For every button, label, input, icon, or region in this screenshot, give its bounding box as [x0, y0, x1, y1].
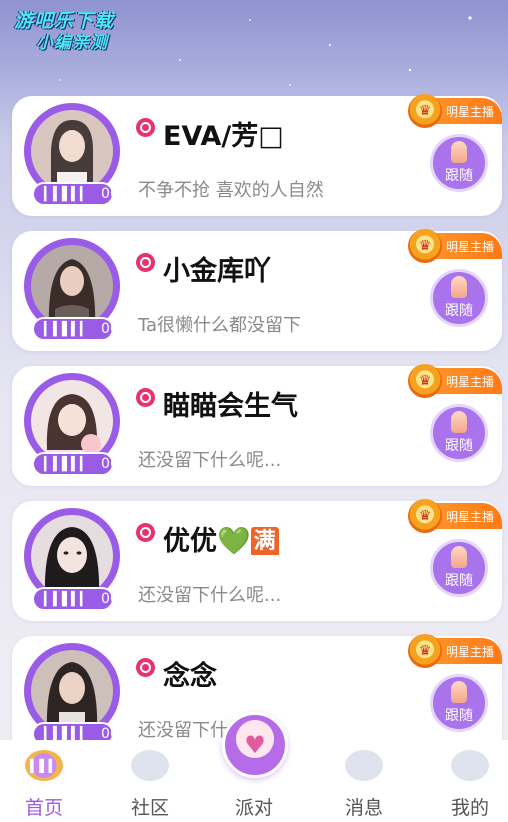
star-host-badge: ♛ 明星主播 [408, 364, 502, 398]
message-hi-icon [345, 750, 383, 781]
crown-icon: ♛ [408, 499, 442, 533]
streamer-card[interactable]: ▎▍▌▍▎ 06 小金库吖 Ta很懒什么都没留下 ♛ 明星主播 跟随 [12, 229, 502, 351]
footprint-icon [451, 411, 467, 433]
voice-intro-pill[interactable]: ▎▍▌▍▎ 06 [32, 587, 119, 611]
streamer-bio: 还没留下什么呢... [138, 450, 282, 471]
streamer-card[interactable]: ▎▍▌▍▎ 06 优优💚 满 还没留下什么呢... ♛ 明星主播 跟随 [12, 499, 502, 621]
follow-button[interactable]: 跟随 [430, 269, 488, 327]
profile-icon [451, 750, 489, 781]
tab-messages[interactable]: 消息 [324, 750, 404, 820]
streamer-name: 小金库吖 [163, 256, 271, 285]
follow-button[interactable]: 跟随 [430, 674, 488, 732]
star-host-badge: ♛ 明星主播 [408, 634, 502, 668]
sound-wave-icon: ▎▍▌▍▎ [44, 591, 90, 607]
voice-intro-pill[interactable]: ▎▍▌▍▎ 06 [32, 182, 119, 206]
tab-profile[interactable]: 我的 [430, 750, 508, 820]
footprint-icon [451, 681, 467, 703]
live-icon [136, 523, 155, 542]
streamer-name: EVA/芳□ [163, 121, 284, 150]
sound-wave-icon: ▎▍▌▍▎ [44, 186, 90, 202]
tab-community[interactable]: 社区 [110, 750, 190, 820]
avatar-photo [31, 650, 113, 732]
crown-icon: ♛ [408, 94, 442, 128]
streamer-card[interactable]: ▎▍▌▍▎ 06 瞄瞄会生气 还没留下什么呢... ♛ 明星主播 跟随 [12, 364, 502, 486]
crown-icon: ♛ [408, 364, 442, 398]
home-voice-icon: ▍▌▍ [25, 750, 63, 781]
level-tag: 满 [250, 527, 279, 555]
streamer-bio: Ta很懒什么都没留下 [138, 315, 302, 336]
live-icon [136, 253, 155, 272]
green-heart-icon: 💚 [217, 526, 251, 555]
star-host-badge: ♛ 明星主播 [408, 229, 502, 263]
footprint-icon [451, 276, 467, 298]
streamer-name: 优优💚 满 [163, 519, 353, 555]
streamer-card[interactable]: ▎▍▌▍▎ 06 EVA/芳□ 不争不抢 喜欢的人自然 ♛ 明星主播 跟随 [12, 94, 502, 216]
avatar-photo [31, 380, 113, 462]
voice-intro-pill[interactable]: ▎▍▌▍▎ 06 [32, 452, 119, 476]
follow-button[interactable]: 跟随 [430, 539, 488, 597]
sound-wave-icon: ▎▍▌▍▎ [44, 456, 90, 472]
crown-icon: ♛ [408, 229, 442, 263]
follow-button[interactable]: 跟随 [430, 404, 488, 462]
tab-home[interactable]: ▍▌▍ 首页 [4, 750, 84, 820]
star-host-badge: ♛ 明星主播 [408, 499, 502, 533]
crown-icon: ♛ [408, 634, 442, 668]
live-icon [136, 118, 155, 137]
avatar-photo [31, 110, 113, 192]
streamer-bio: 不争不抢 喜欢的人自然 [138, 180, 324, 201]
avatar-photo [31, 245, 113, 327]
live-icon [136, 658, 155, 677]
star-host-badge: ♛ 明星主播 [408, 94, 502, 128]
planet-icon [131, 750, 169, 781]
footprint-icon [451, 546, 467, 568]
watermark-logo: 游吧乐下载 小编亲测 [14, 10, 115, 53]
follow-button[interactable]: 跟随 [430, 134, 488, 192]
sound-wave-icon: ▎▍▌▍▎ [44, 321, 90, 337]
live-icon [136, 388, 155, 407]
voice-intro-pill[interactable]: ▎▍▌▍▎ 06 [32, 317, 119, 341]
avatar-photo [31, 515, 113, 597]
streamer-name: 念念 [163, 661, 217, 690]
streamer-name: 瞄瞄会生气 [163, 391, 298, 420]
streamer-bio: 还没留下什么呢... [138, 585, 282, 606]
footprint-icon [451, 141, 467, 163]
party-sheep-icon[interactable]: ♥ [222, 712, 288, 778]
